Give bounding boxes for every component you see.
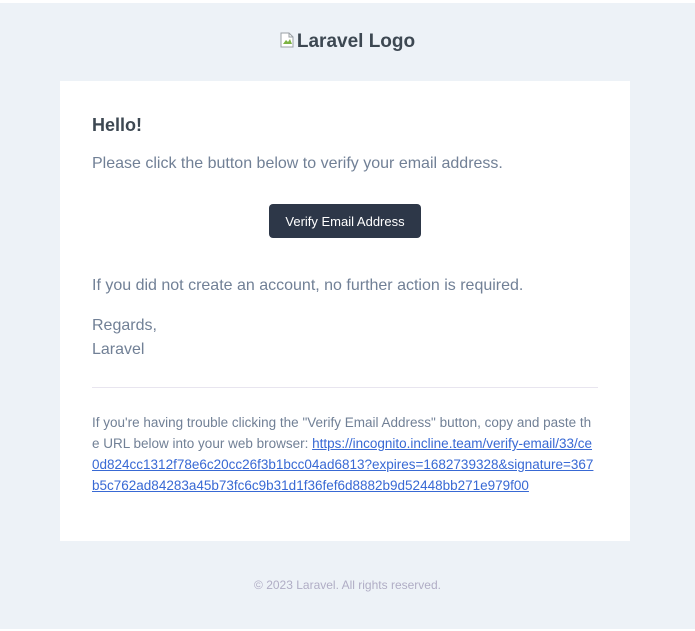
salutation: Regards, (92, 317, 157, 334)
intro-line: Please click the button below to verify … (92, 155, 503, 172)
subcopy-text: If you're having trouble clicking the "V… (92, 412, 598, 496)
footer-copyright: © 2023 Laravel. All rights reserved. (254, 578, 441, 592)
greeting-heading: Hello! (92, 115, 143, 135)
verify-email-button[interactable]: Verify Email Address (269, 204, 421, 238)
subcopy-divider (92, 387, 598, 388)
email-header: Laravel Logo (0, 3, 695, 81)
email-body-card: Hello! Please click the button below to … (60, 81, 630, 541)
logo-alt-text: Laravel Logo (296, 31, 416, 52)
logo-link[interactable]: Laravel Logo (280, 31, 415, 53)
broken-image-icon (280, 32, 294, 50)
outro-line: If you did not create an account, no fur… (92, 277, 524, 294)
email-wrapper: Laravel Logo Hello! Please click the but… (0, 3, 695, 629)
signature: Laravel (92, 341, 145, 358)
salutation-block: Regards, Laravel (92, 314, 157, 362)
